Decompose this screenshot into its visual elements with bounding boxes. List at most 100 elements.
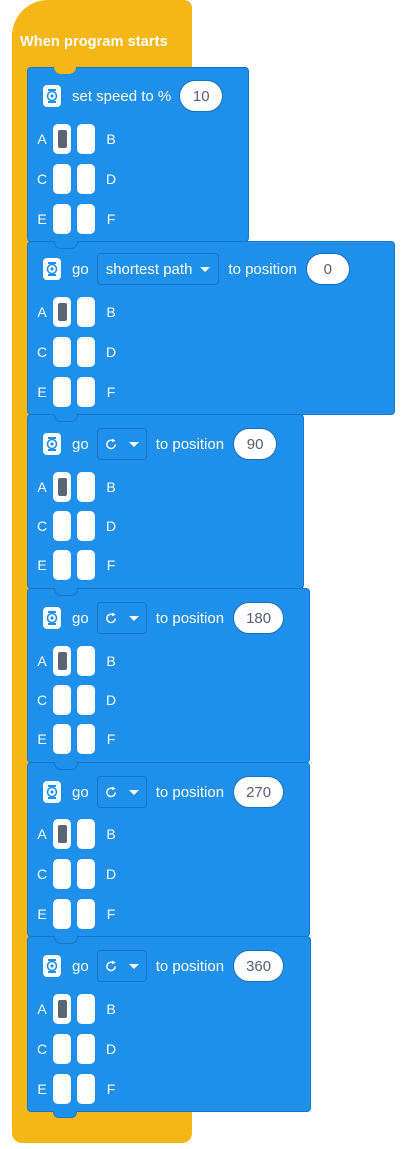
port-d-toggle[interactable] xyxy=(77,337,95,367)
direction-dropdown[interactable] xyxy=(96,776,147,808)
port-label-d: D xyxy=(105,692,117,708)
port-f-toggle[interactable] xyxy=(77,724,95,754)
port-label-c: C xyxy=(36,866,48,882)
port-label-e: E xyxy=(37,731,47,747)
port-c-toggle[interactable] xyxy=(53,1034,71,1064)
port-c-toggle[interactable] xyxy=(53,511,71,541)
port-label-a: A xyxy=(37,131,47,147)
position-value-input[interactable]: 270 xyxy=(233,776,285,808)
caret-down-icon xyxy=(128,963,139,969)
position-value-input[interactable]: 360 xyxy=(233,950,285,982)
port-e-toggle[interactable] xyxy=(53,550,71,580)
port-label-b: B xyxy=(106,479,116,495)
hat-label: When program starts xyxy=(20,34,168,50)
direction-dropdown[interactable] xyxy=(96,950,147,982)
speed-value-input[interactable]: 10 xyxy=(179,80,224,112)
port-d-toggle[interactable] xyxy=(77,164,95,194)
port-label-c: C xyxy=(36,1041,48,1057)
port-label-e: E xyxy=(37,1081,47,1097)
to-position-label: to position xyxy=(155,957,225,975)
block-notch xyxy=(54,762,78,770)
port-e-toggle[interactable] xyxy=(53,204,71,234)
direction-dropdown[interactable] xyxy=(96,602,147,634)
go-to-position-block[interactable]: go to position 90 A B C D E F xyxy=(27,414,304,589)
port-b-toggle[interactable] xyxy=(77,124,95,154)
go-to-position-block[interactable]: go to position 360 A B C D E F xyxy=(27,936,311,1112)
caret-down-icon xyxy=(128,789,139,795)
port-e-toggle[interactable] xyxy=(53,724,71,754)
go-to-position-block[interactable]: go to position 270 A B C D E F xyxy=(27,762,310,937)
port-a-toggle[interactable] xyxy=(53,646,71,676)
port-c-toggle[interactable] xyxy=(53,859,71,889)
position-value-input[interactable]: 0 xyxy=(305,253,350,285)
position-value-input[interactable]: 90 xyxy=(233,428,278,460)
port-b-toggle[interactable] xyxy=(77,297,95,327)
port-label-c: C xyxy=(36,692,48,708)
port-e-toggle[interactable] xyxy=(53,377,71,407)
go-to-position-block[interactable]: go to position 180 A B C D E F xyxy=(27,588,310,763)
port-label-d: D xyxy=(105,344,117,360)
port-label-b: B xyxy=(106,131,116,147)
go-label: go xyxy=(72,435,89,453)
port-label-d: D xyxy=(105,1041,117,1057)
port-label-a: A xyxy=(37,479,47,495)
motor-icon xyxy=(43,955,61,977)
port-label-f: F xyxy=(106,731,116,747)
port-a-toggle[interactable] xyxy=(53,819,71,849)
port-label-b: B xyxy=(106,653,116,669)
port-c-toggle[interactable] xyxy=(53,164,71,194)
clockwise-icon xyxy=(105,959,116,971)
port-d-toggle[interactable] xyxy=(77,859,95,889)
go-to-position-block[interactable]: go shortest path to position 0 A B C D E… xyxy=(27,241,395,415)
caret-down-icon xyxy=(200,266,211,272)
port-b-toggle[interactable] xyxy=(77,472,95,502)
motor-icon xyxy=(43,781,61,803)
motor-icon xyxy=(43,85,61,107)
port-a-toggle[interactable] xyxy=(53,297,71,327)
block-notch xyxy=(54,241,78,249)
port-e-toggle[interactable] xyxy=(53,899,71,929)
to-position-label: to position xyxy=(155,435,225,453)
port-f-toggle[interactable] xyxy=(77,377,95,407)
port-b-toggle[interactable] xyxy=(77,646,95,676)
port-f-toggle[interactable] xyxy=(77,204,95,234)
port-a-toggle[interactable] xyxy=(53,994,71,1024)
motor-icon xyxy=(43,258,61,280)
port-label-a: A xyxy=(37,1001,47,1017)
port-label-b: B xyxy=(106,826,116,842)
port-label-e: E xyxy=(37,557,47,573)
port-b-toggle[interactable] xyxy=(77,819,95,849)
port-f-toggle[interactable] xyxy=(77,1074,95,1104)
port-label-f: F xyxy=(106,211,116,227)
port-a-toggle[interactable] xyxy=(53,124,71,154)
port-f-toggle[interactable] xyxy=(77,550,95,580)
caret-down-icon xyxy=(128,615,139,621)
port-label-d: D xyxy=(105,866,117,882)
port-label-f: F xyxy=(106,906,116,922)
to-position-label: to position xyxy=(155,783,225,801)
port-f-toggle[interactable] xyxy=(77,899,95,929)
port-label-a: A xyxy=(37,826,47,842)
port-c-toggle[interactable] xyxy=(53,685,71,715)
port-e-toggle[interactable] xyxy=(53,1074,71,1104)
port-d-toggle[interactable] xyxy=(77,511,95,541)
port-d-toggle[interactable] xyxy=(77,685,95,715)
path-mode-dropdown[interactable]: shortest path xyxy=(96,253,220,285)
block-notch xyxy=(54,67,76,74)
port-label-a: A xyxy=(37,653,47,669)
port-label-e: E xyxy=(37,906,47,922)
set-speed-block[interactable]: set speed to % 10 A B C D E F xyxy=(27,67,249,242)
port-d-toggle[interactable] xyxy=(77,1034,95,1064)
clockwise-icon xyxy=(105,611,116,623)
motor-icon xyxy=(43,433,61,455)
block-bottom-notch xyxy=(53,1111,77,1118)
direction-dropdown[interactable] xyxy=(96,428,147,460)
position-value-input[interactable]: 180 xyxy=(233,602,285,634)
port-label-f: F xyxy=(106,384,116,400)
port-c-toggle[interactable] xyxy=(53,337,71,367)
port-a-toggle[interactable] xyxy=(53,472,71,502)
motor-icon xyxy=(43,607,61,629)
port-b-toggle[interactable] xyxy=(77,994,95,1024)
port-label-e: E xyxy=(37,211,47,227)
block-notch xyxy=(54,936,78,944)
